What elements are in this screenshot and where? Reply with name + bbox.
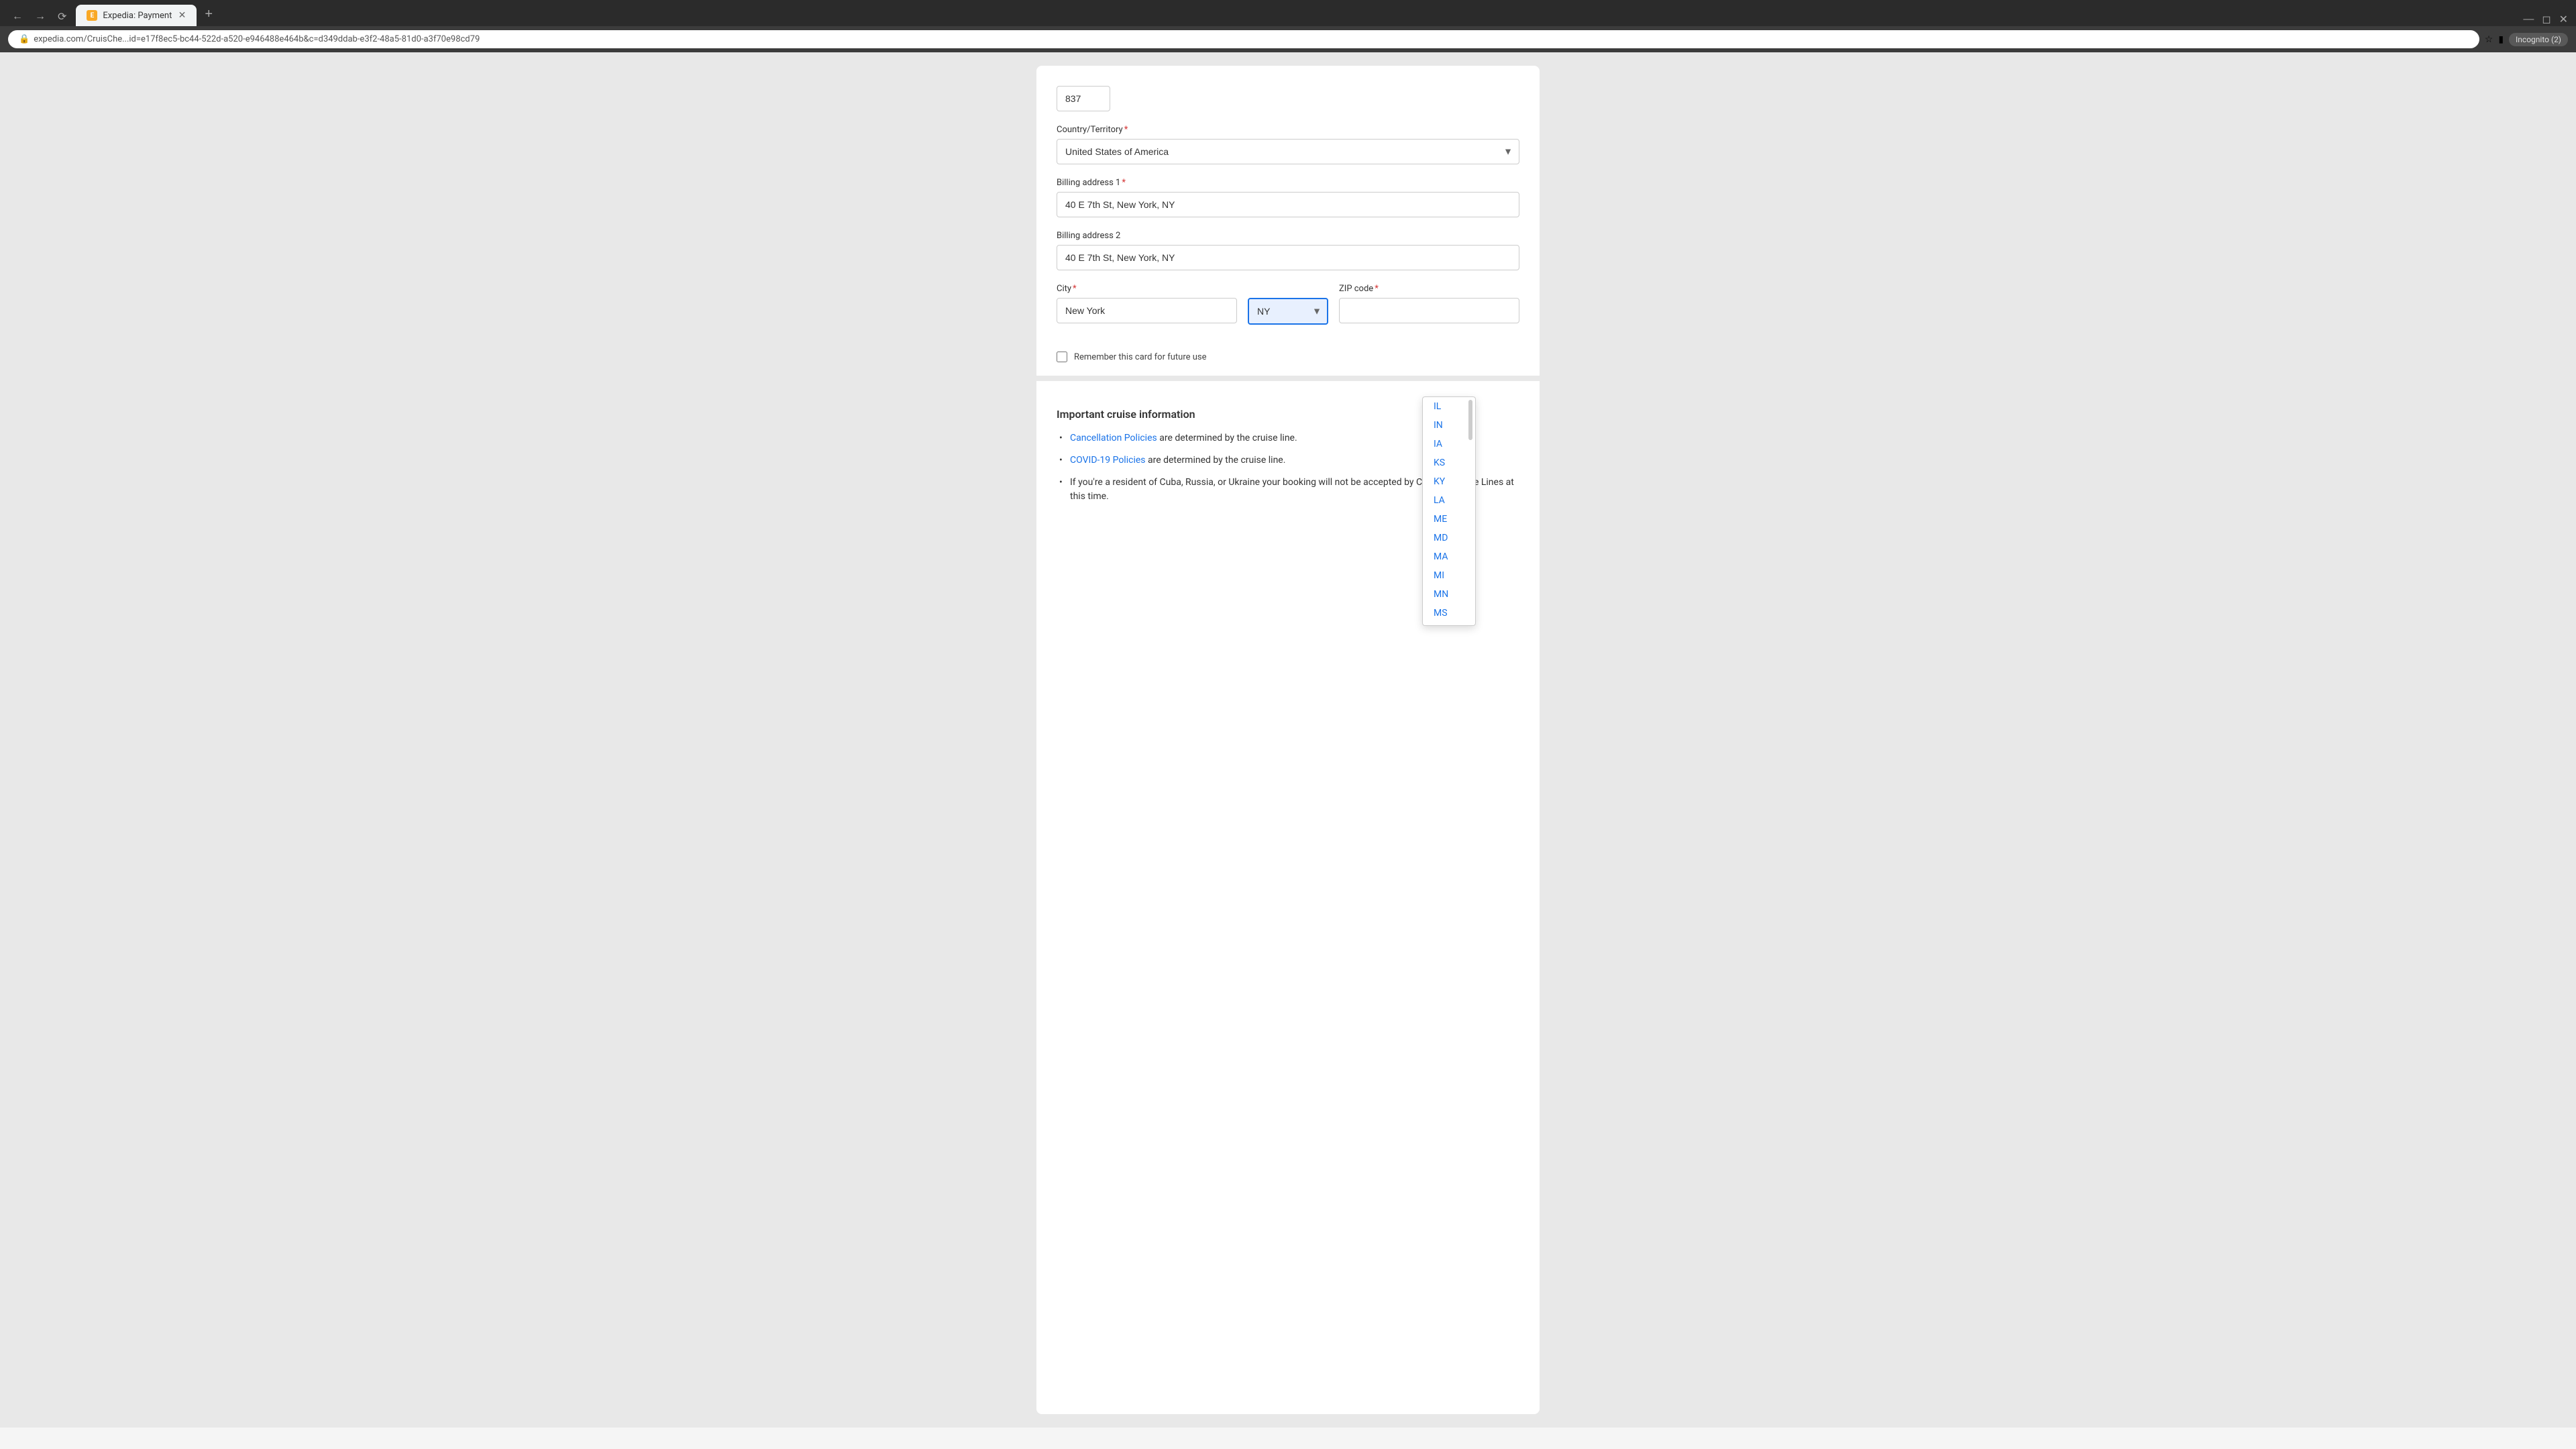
- minimize-button[interactable]: —: [2523, 13, 2534, 25]
- active-tab[interactable]: E Expedia: Payment ✕: [76, 5, 197, 26]
- close-window-button[interactable]: ✕: [2559, 13, 2568, 26]
- tab-close-button[interactable]: ✕: [178, 10, 186, 21]
- state-field-group: NY ▼ IL IN IA KS KY LA ME MD: [1248, 284, 1328, 325]
- state-label: [1248, 284, 1328, 294]
- restore-button[interactable]: ◻: [2542, 13, 2551, 26]
- billing2-label: Billing address 2: [1057, 231, 1519, 241]
- dropdown-item-LA[interactable]: LA: [1423, 491, 1475, 510]
- bullet-text-2: are determined by the cruise line.: [1148, 455, 1285, 466]
- small-input-field[interactable]: [1057, 86, 1110, 111]
- remember-card-label: Remember this card for future use: [1074, 352, 1207, 362]
- dropdown-item-IL[interactable]: IL: [1423, 397, 1475, 416]
- city-input[interactable]: [1057, 298, 1237, 323]
- billing2-input[interactable]: [1057, 245, 1519, 270]
- state-select[interactable]: NY: [1248, 298, 1328, 325]
- dropdown-item-KY[interactable]: KY: [1423, 472, 1475, 491]
- dropdown-item-IN[interactable]: IN: [1423, 416, 1475, 435]
- reload-button[interactable]: ⟳: [54, 7, 70, 26]
- lock-icon: 🔒: [19, 34, 30, 44]
- dropdown-item-MI[interactable]: MI: [1423, 566, 1475, 585]
- state-select-wrapper: NY ▼: [1248, 298, 1328, 325]
- sidebar-icon[interactable]: ▮: [2498, 34, 2504, 45]
- address-bar[interactable]: 🔒 expedia.com/CruisChe...id=e17f8ec5-bc4…: [8, 30, 2479, 48]
- country-field-group: Country/Territory* United States of Amer…: [1057, 125, 1519, 164]
- country-select-wrapper: United States of America ▼: [1057, 139, 1519, 164]
- dropdown-item-MS[interactable]: MS: [1423, 604, 1475, 623]
- bookmark-icon[interactable]: ☆: [2485, 34, 2493, 45]
- section-divider: [1036, 376, 1540, 381]
- city-state-zip-row: City* NY ▼ IL IN I: [1057, 284, 1519, 338]
- new-tab-button[interactable]: +: [199, 4, 218, 25]
- dropdown-item-IA[interactable]: IA: [1423, 435, 1475, 453]
- forward-button[interactable]: →: [31, 8, 50, 25]
- city-label: City*: [1057, 284, 1237, 294]
- dropdown-scroll-area[interactable]: IL IN IA KS KY LA ME MD MA MI MN MS MO M…: [1423, 397, 1475, 625]
- state-dropdown-overlay: IL IN IA KS KY LA ME MD MA MI MN MS MO M…: [1422, 396, 1476, 626]
- remember-card-checkbox[interactable]: [1057, 352, 1067, 362]
- covid-policies-link[interactable]: COVID-19 Policies: [1070, 455, 1146, 466]
- tab-bar: ← → ⟳ E Expedia: Payment ✕ + — ◻ ✕: [0, 0, 2576, 26]
- back-button[interactable]: ←: [8, 8, 27, 25]
- small-input-group: [1057, 86, 1519, 111]
- city-field-group: City*: [1057, 284, 1237, 323]
- dropdown-item-ME[interactable]: ME: [1423, 510, 1475, 529]
- bullet-text-1: are determined by the cruise line.: [1159, 433, 1297, 443]
- country-select[interactable]: United States of America: [1057, 139, 1519, 164]
- dropdown-item-MA[interactable]: MA: [1423, 547, 1475, 566]
- dropdown-item-MO[interactable]: MO: [1423, 623, 1475, 625]
- main-card: Country/Territory* United States of Amer…: [1036, 66, 1540, 1414]
- billing2-field-group: Billing address 2: [1057, 231, 1519, 270]
- scroll-indicator: [1468, 400, 1472, 440]
- billing1-label: Billing address 1*: [1057, 178, 1519, 188]
- page-content: Country/Territory* United States of Amer…: [0, 52, 2576, 1428]
- zip-label: ZIP code*: [1339, 284, 1519, 294]
- url-text: expedia.com/CruisChe...id=e17f8ec5-bc44-…: [34, 34, 480, 44]
- zip-field-group: ZIP code*: [1339, 284, 1519, 323]
- country-label: Country/Territory*: [1057, 125, 1519, 135]
- zip-input[interactable]: [1339, 298, 1519, 323]
- dropdown-item-KS[interactable]: KS: [1423, 453, 1475, 472]
- remember-card-row: Remember this card for future use: [1057, 352, 1519, 362]
- billing1-input[interactable]: [1057, 192, 1519, 217]
- dropdown-item-MN[interactable]: MN: [1423, 585, 1475, 604]
- address-bar-row: 🔒 expedia.com/CruisChe...id=e17f8ec5-bc4…: [0, 26, 2576, 52]
- dropdown-item-MD[interactable]: MD: [1423, 529, 1475, 547]
- incognito-badge: Incognito (2): [2509, 33, 2568, 46]
- billing1-field-group: Billing address 1*: [1057, 178, 1519, 217]
- cancellation-policies-link[interactable]: Cancellation Policies: [1070, 433, 1157, 443]
- tab-favicon: E: [87, 10, 97, 21]
- tab-title: Expedia: Payment: [103, 11, 172, 21]
